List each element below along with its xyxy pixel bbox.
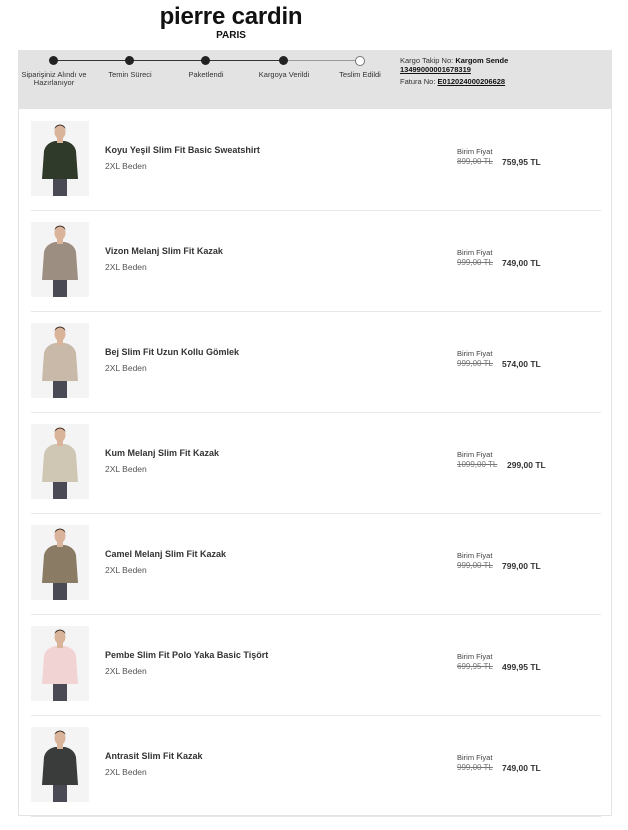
old-price: 999,00 TL — [457, 561, 493, 570]
step-label-received: Siparişiniz Alındı ve Hazırlanıyor — [21, 70, 87, 87]
product-shirt — [42, 444, 78, 482]
product-shirt — [42, 242, 78, 280]
new-price: 749,00 TL — [502, 763, 541, 773]
new-price: 299,00 TL — [507, 460, 546, 470]
product-name[interactable]: Bej Slim Fit Uzun Kollu Gömlek — [105, 347, 239, 357]
product-size: 2XL Beden — [105, 363, 147, 373]
product-shirt — [42, 141, 78, 179]
brand-name: pierre cardin — [159, 3, 303, 30]
brand-logo[interactable]: pierre cardin PARIS — [158, 4, 304, 41]
product-size: 2XL Beden — [105, 262, 147, 272]
order-item: Bej Slim Fit Uzun Kollu Gömlek 2XL Beden B… — [31, 311, 601, 413]
product-name[interactable]: Pembe Slim Fit Polo Yaka Basic Tişört — [105, 650, 268, 660]
old-price: 1099,00 TL — [457, 460, 498, 469]
cargo-label: Kargo Takip No: — [400, 56, 454, 65]
step-label-shipped: Kargoya Verildi — [258, 70, 310, 79]
new-price: 799,00 TL — [502, 561, 541, 571]
product-image[interactable] — [31, 121, 89, 196]
order-item: Camel Melanj Slim Fit Kazak 2XL Beden Biri… — [31, 513, 601, 615]
unit-price-label: Birim Fiyat — [457, 551, 493, 560]
status-track-pending — [283, 60, 360, 61]
invoice-label: Fatura No: — [400, 77, 436, 86]
product-image[interactable] — [31, 323, 89, 398]
order-items-list: Koyu Yeşil Slim Fit Basic Sweatshirt 2XL … — [18, 109, 612, 817]
step-dot-packed — [201, 56, 210, 65]
new-price: 499,95 TL — [502, 662, 541, 672]
cargo-tracking-link[interactable]: 13499000001678319 — [400, 65, 471, 74]
step-dot-delivered — [355, 56, 365, 66]
cargo-info: Kargo Takip No: Kargom Sende 13499000001… — [400, 56, 508, 86]
old-price: 699,95 TL — [457, 662, 493, 671]
old-price: 999,00 TL — [457, 763, 493, 772]
product-size: 2XL Beden — [105, 565, 147, 575]
product-size: 2XL Beden — [105, 161, 147, 171]
product-shirt — [42, 747, 78, 785]
product-size: 2XL Beden — [105, 767, 147, 777]
unit-price-label: Birim Fiyat — [457, 450, 493, 459]
brand-subtitle: PARIS — [216, 30, 246, 41]
unit-price-label: Birim Fiyat — [457, 349, 493, 358]
new-price: 749,00 TL — [502, 258, 541, 268]
old-price: 999,00 TL — [457, 258, 493, 267]
product-image[interactable] — [31, 626, 89, 701]
step-dot-shipped — [279, 56, 288, 65]
unit-price-label: Birim Fiyat — [457, 147, 493, 156]
product-image[interactable] — [31, 424, 89, 499]
step-label-packed: Paketlendi — [188, 70, 224, 79]
product-shirt — [42, 343, 78, 381]
order-item: Vizon Melanj Slim Fit Kazak 2XL Beden Biri… — [31, 210, 601, 312]
product-size: 2XL Beden — [105, 666, 147, 676]
product-size: 2XL Beden — [105, 464, 147, 474]
product-image[interactable] — [31, 525, 89, 600]
product-shirt — [42, 545, 78, 583]
product-shirt — [42, 646, 78, 684]
product-name[interactable]: Koyu Yeşil Slim Fit Basic Sweatshirt — [105, 145, 260, 155]
product-name[interactable]: Camel Melanj Slim Fit Kazak — [105, 549, 226, 559]
unit-price-label: Birim Fiyat — [457, 652, 493, 661]
cargo-company: Kargom Sende — [455, 56, 509, 65]
order-item: Kum Melanj Slim Fit Kazak 2XL Beden Birim … — [31, 412, 601, 514]
step-dot-supply — [125, 56, 134, 65]
product-image[interactable] — [31, 222, 89, 297]
product-image[interactable] — [31, 727, 89, 802]
order-item: Koyu Yeşil Slim Fit Basic Sweatshirt 2XL … — [31, 109, 601, 211]
old-price: 899,00 TL — [457, 157, 493, 166]
new-price: 574,00 TL — [502, 359, 541, 369]
order-item: Pembe Slim Fit Polo Yaka Basic Tişört 2XL… — [31, 614, 601, 716]
order-item: Antrasit Slim Fit Kazak 2XL Beden Birim Fi… — [31, 715, 601, 817]
product-name[interactable]: Kum Melanj Slim Fit Kazak — [105, 448, 219, 458]
new-price: 759,95 TL — [502, 157, 541, 167]
order-status-bar: Siparişiniz Alındı ve Hazırlanıyor Temin… — [18, 50, 612, 109]
step-label-delivered: Teslim Edildi — [339, 70, 381, 79]
unit-price-label: Birim Fiyat — [457, 753, 493, 762]
step-dot-received — [49, 56, 58, 65]
old-price: 999,00 TL — [457, 359, 493, 368]
invoice-link[interactable]: E012024000206628 — [438, 77, 506, 86]
product-name[interactable]: Vizon Melanj Slim Fit Kazak — [105, 246, 223, 256]
unit-price-label: Birim Fiyat — [457, 248, 493, 257]
product-name[interactable]: Antrasit Slim Fit Kazak — [105, 751, 203, 761]
step-label-supply: Temin Süreci — [108, 70, 152, 79]
